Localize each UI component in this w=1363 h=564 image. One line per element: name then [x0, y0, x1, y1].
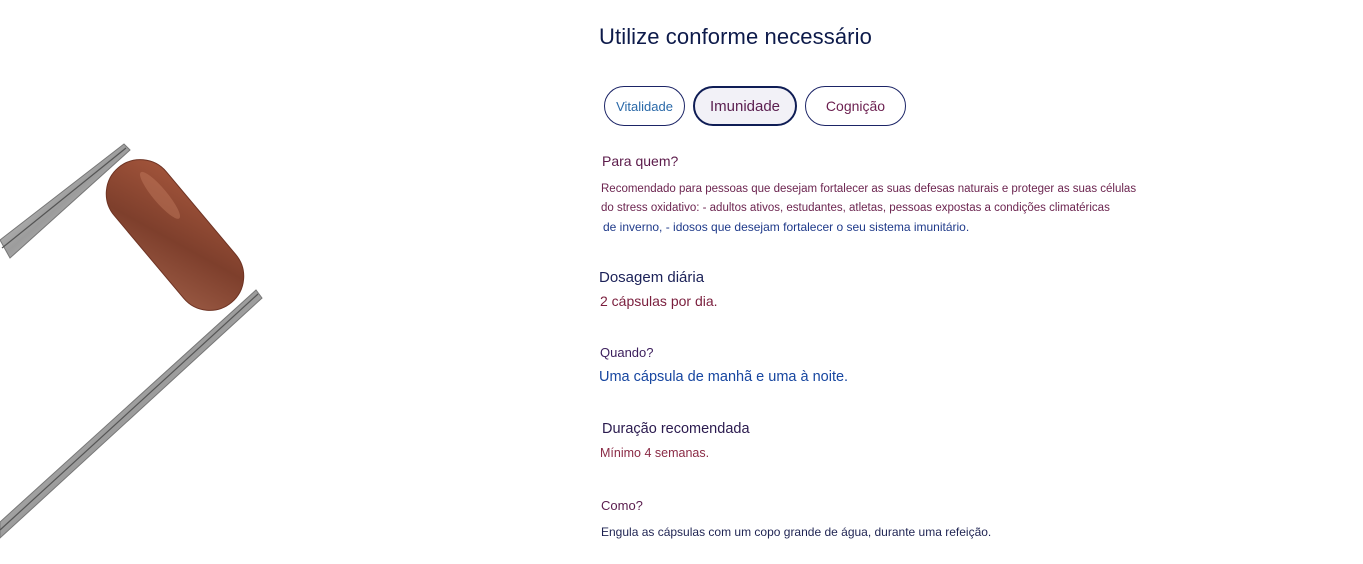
para-quem-line-3: de inverno, - idosos que desejam fortale…: [603, 220, 970, 234]
como-label: Como?: [601, 498, 643, 513]
dosagem-value: 2 cápsulas por dia.: [600, 293, 718, 309]
tab-cognicao[interactable]: Cognição: [805, 86, 906, 126]
capsule-icon: [105, 159, 245, 311]
para-quem-text: Recomendado para pessoas que desejam for…: [601, 180, 1161, 237]
duracao-label: Duração recomendada: [602, 421, 750, 437]
tab-vitalidade[interactable]: Vitalidade: [604, 86, 685, 126]
page-title: Utilize conforme necessário: [599, 24, 872, 49]
benefit-tabs: Vitalidade Imunidade Cognição: [604, 86, 906, 126]
quando-value: Uma cápsula de manhã e uma à noite.: [599, 369, 849, 385]
dosagem-label: Dosagem diária: [599, 269, 705, 286]
tweezer-lower-edge: [0, 293, 259, 531]
duracao-value: Mínimo 4 semanas.: [600, 446, 710, 460]
para-quem-line-2: do stress oxidativo: - adultos ativos, e…: [601, 202, 1110, 214]
page: Utilize conforme necessário Vitalidade I…: [0, 0, 1363, 564]
capsule-tweezers-image: [0, 143, 263, 539]
para-quem-line-1: Recomendado para pessoas que desejam for…: [601, 183, 1137, 195]
para-quem-label: Para quem?: [602, 153, 679, 169]
como-value: Engula as cápsulas com um copo grande de…: [601, 525, 992, 539]
quando-label: Quando?: [600, 345, 654, 360]
tweezer-lower-arm: [0, 289, 263, 539]
tab-imunidade[interactable]: Imunidade: [693, 86, 797, 126]
usage-panel: Utilize conforme necessário Vitalidade I…: [599, 0, 1339, 564]
